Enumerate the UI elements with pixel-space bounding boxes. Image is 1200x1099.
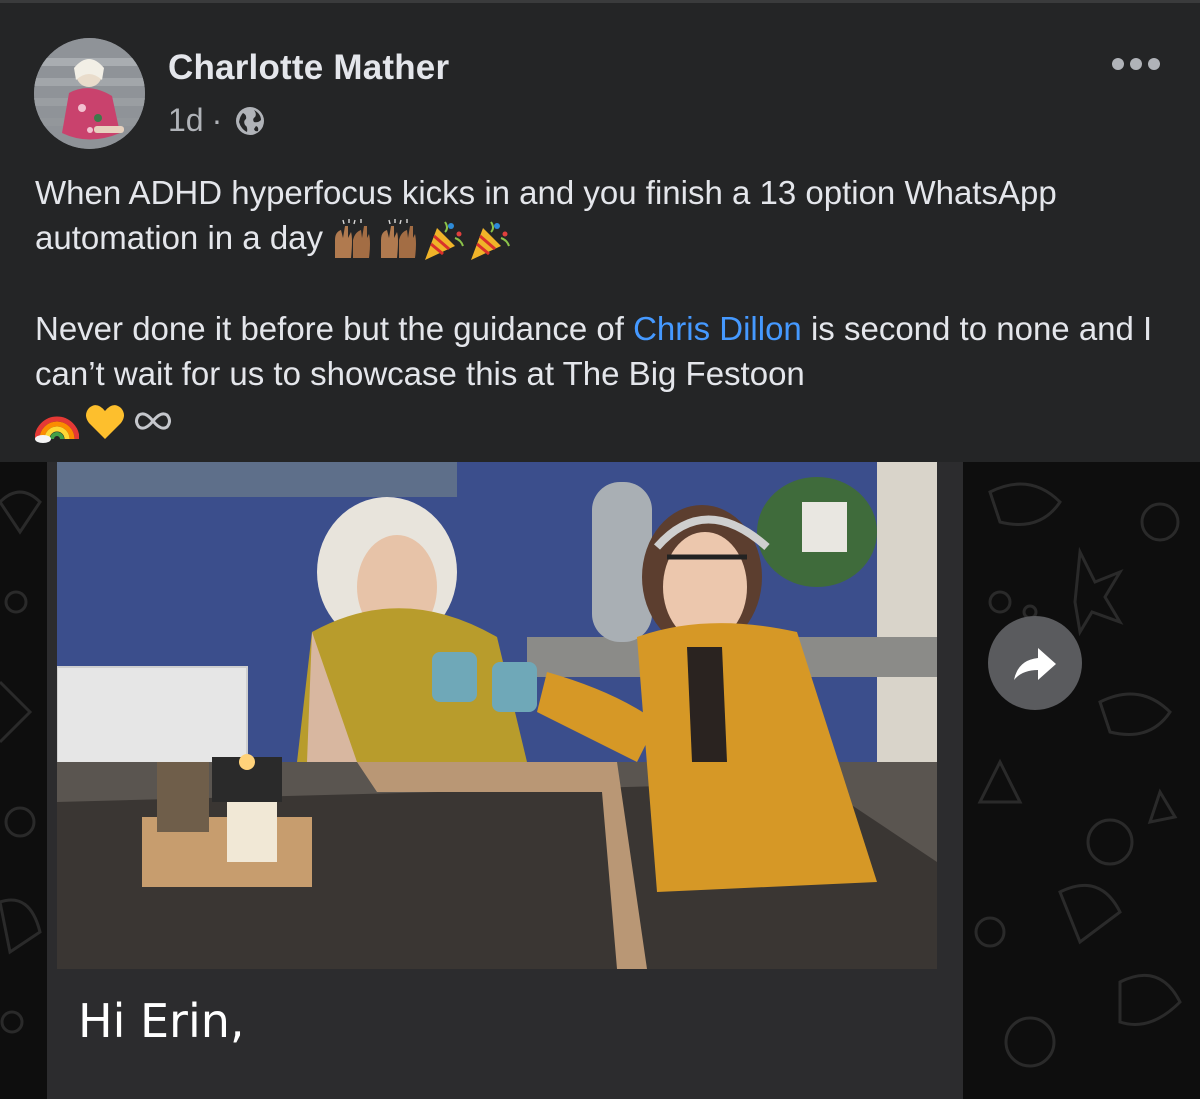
author-avatar[interactable] [34,38,145,149]
share-arrow-icon [1014,648,1056,680]
post-paragraph-2: Never done it before but the guidance of… [35,306,1165,396]
infinity-emoji [135,412,171,430]
post-text-line1: When ADHD hyperfocus kicks in and you fi… [35,174,1057,256]
emoji-row-2 [35,396,1165,446]
post-time[interactable]: 1d [168,102,204,139]
yellow-heart-emoji [86,405,124,440]
globe-icon[interactable] [234,105,266,137]
meta-separator: · [211,102,223,138]
post-body: When ADHD hyperfocus kicks in and you fi… [35,170,1165,446]
author-name[interactable]: Charlotte Mather [168,48,449,88]
raising-hands-emoji [381,219,417,259]
emoji-row-1 [329,218,511,262]
photo-illustration [57,462,937,969]
post-text-line2-prefix: Never done it before but the guidance of [35,310,634,348]
share-button[interactable] [988,616,1082,710]
message-greeting: Hi Erin, [78,994,245,1048]
more-options-icon[interactable] [1112,58,1160,70]
top-divider [0,0,1200,3]
post-paragraph-1: When ADHD hyperfocus kicks in and you fi… [35,170,1165,262]
rainbow-emoji [35,416,79,444]
avatar-photo [34,38,145,149]
media-photo [57,462,937,969]
mention-link[interactable]: Chris Dillon [633,310,802,347]
raising-hands-emoji [335,219,371,259]
post-meta: 1d · [168,102,266,139]
party-popper-emoji [425,221,464,261]
party-popper-emoji [471,221,510,261]
